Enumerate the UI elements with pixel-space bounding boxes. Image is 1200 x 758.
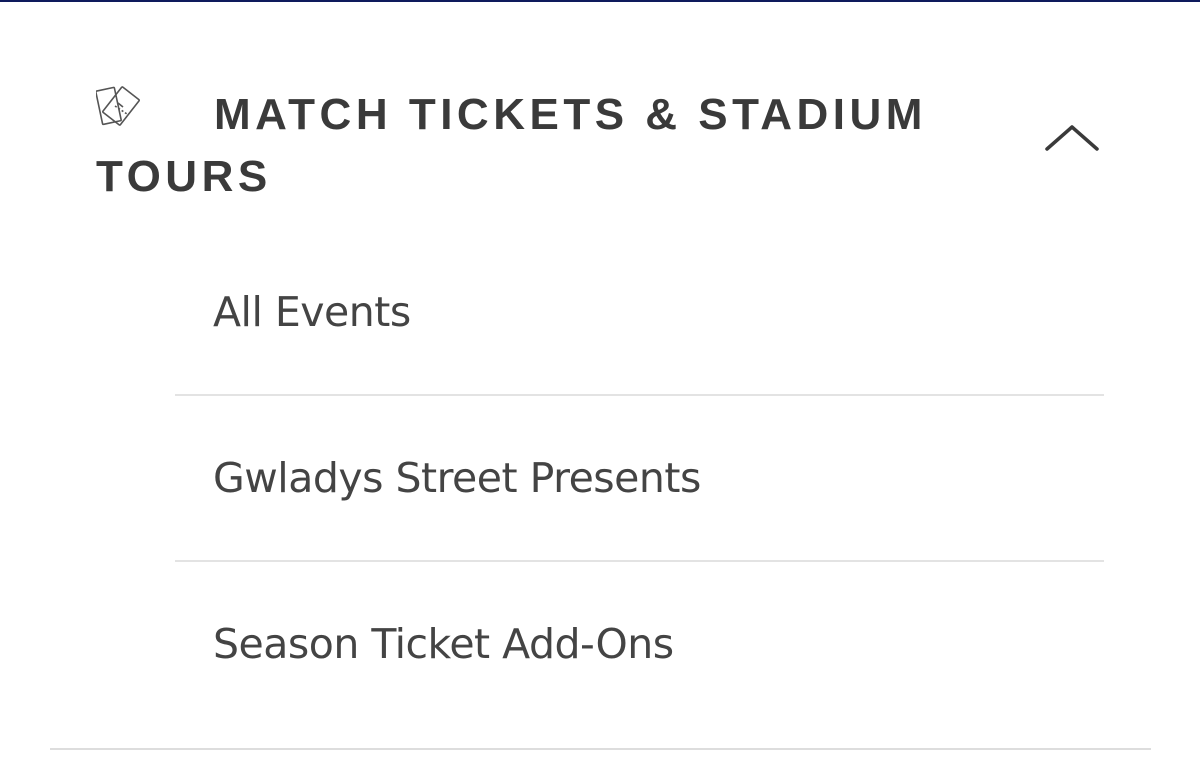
top-border — [0, 0, 1200, 2]
submenu-item-gwladys-street-presents[interactable]: Gwladys Street Presents — [175, 396, 1104, 562]
section-divider — [50, 748, 1151, 750]
submenu-item-label: Gwladys Street Presents — [213, 454, 701, 502]
match-tickets-section-header[interactable]: MATCH TICKETS & STADIUM TOURS — [96, 84, 1106, 204]
chevron-up-icon[interactable] — [1044, 122, 1100, 154]
submenu-item-label: All Events — [213, 288, 411, 336]
section-title: MATCH TICKETS & STADIUM TOURS — [96, 90, 927, 201]
submenu-item-label: Season Ticket Add-Ons — [213, 620, 674, 668]
submenu-item-all-events[interactable]: All Events — [175, 230, 1104, 396]
submenu-item-season-ticket-add-ons[interactable]: Season Ticket Add-Ons — [175, 562, 1104, 726]
